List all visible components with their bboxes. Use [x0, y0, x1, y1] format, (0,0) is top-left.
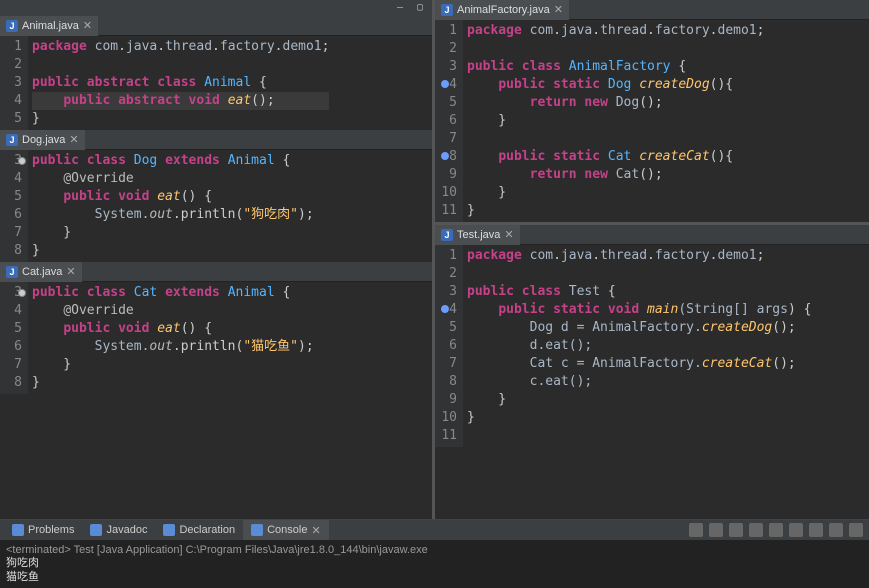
editor-tab-label: Animal.java	[22, 20, 79, 32]
console-output-line: 狗吃肉	[6, 556, 863, 570]
pin-console-icon[interactable]	[689, 523, 703, 537]
breakpoint-icon[interactable]	[441, 80, 449, 88]
editor-cat: J Cat.java ✕ 345678public class Cat extends…	[0, 262, 432, 394]
display-console-icon[interactable]	[709, 523, 723, 537]
bottom-tab-label: Problems	[28, 524, 74, 536]
bottom-tab-console[interactable]: Console ✕	[243, 520, 329, 540]
bottom-tab-label: Javadoc	[106, 524, 147, 536]
editor-tab[interactable]: J AnimalFactory.java ✕	[435, 0, 569, 20]
gutter[interactable]: 345678	[0, 150, 28, 262]
java-file-icon: J	[6, 20, 18, 32]
minimize-button[interactable]: —	[394, 2, 406, 14]
editor-dog: J Dog.java ✕ 345678public class Dog extends…	[0, 130, 432, 262]
remove-launch-icon[interactable]	[729, 523, 743, 537]
maximize-panel-icon[interactable]	[849, 523, 863, 537]
problems-icon	[12, 524, 24, 536]
code-area[interactable]: public class Cat extends Animal { @Overr…	[28, 282, 318, 394]
bottom-panel: Problems Javadoc Declaration Console ✕ <term…	[0, 519, 869, 588]
editor-tab[interactable]: J Dog.java ✕	[0, 130, 85, 150]
code-area[interactable]: package com.java.thread.factory.demo1;pu…	[28, 36, 333, 130]
editor-tab-label: Test.java	[457, 229, 500, 241]
close-icon[interactable]: ✕	[311, 524, 320, 537]
declaration-icon	[163, 524, 175, 536]
console-toolbar	[689, 523, 869, 537]
close-icon[interactable]: ✕	[69, 133, 78, 146]
maximize-button[interactable]: ▢	[414, 2, 426, 14]
minimize-panel-icon[interactable]	[829, 523, 843, 537]
remove-all-icon[interactable]	[749, 523, 763, 537]
gutter[interactable]: 12345	[0, 36, 28, 130]
breakpoint-icon[interactable]	[441, 305, 449, 313]
bottom-tab-declaration[interactable]: Declaration	[155, 520, 243, 540]
gutter[interactable]: 345678	[0, 282, 28, 394]
close-icon[interactable]: ✕	[83, 19, 92, 32]
override-icon[interactable]	[18, 289, 26, 297]
code-area[interactable]: package com.java.thread.factory.demo1;pu…	[463, 20, 768, 222]
editor-animal: J Animal.java ✕ 12345package com.java.threa…	[0, 16, 432, 130]
console-icon	[251, 524, 263, 536]
editor-animalfactory: J AnimalFactory.java ✕ 1234567891011package…	[435, 0, 869, 222]
clear-console-icon[interactable]	[769, 523, 783, 537]
editor-test: J Test.java ✕ 1234567891011package com.java…	[435, 225, 869, 447]
gutter[interactable]: 1234567891011	[435, 245, 463, 447]
close-icon[interactable]: ✕	[504, 228, 513, 241]
editor-tab-label: Cat.java	[22, 266, 62, 278]
java-file-icon: J	[6, 134, 18, 146]
editor-tab[interactable]: J Animal.java ✕	[0, 16, 98, 36]
terminated-line: <terminated> Test [Java Application] C:\…	[6, 544, 863, 556]
scroll-lock-icon[interactable]	[789, 523, 803, 537]
editor-tab-label: AnimalFactory.java	[457, 4, 550, 16]
java-file-icon: J	[441, 4, 453, 16]
close-icon[interactable]: ✕	[66, 265, 75, 278]
bottom-tabs: Problems Javadoc Declaration Console ✕	[4, 520, 329, 540]
editor-tab[interactable]: J Cat.java ✕	[0, 262, 82, 282]
window-controls: — ▢	[0, 0, 432, 16]
bottom-tab-label: Declaration	[179, 524, 235, 536]
close-icon[interactable]: ✕	[554, 3, 563, 16]
code-area[interactable]: package com.java.thread.factory.demo1;pu…	[463, 245, 815, 447]
javadoc-icon	[90, 524, 102, 536]
code-area[interactable]: public class Dog extends Animal { @Overr…	[28, 150, 318, 262]
java-file-icon: J	[441, 229, 453, 241]
console-output-line: 猫吃鱼	[6, 570, 863, 584]
bottom-tab-label: Console	[267, 524, 307, 536]
gutter[interactable]: 1234567891011	[435, 20, 463, 222]
bottom-tab-javadoc[interactable]: Javadoc	[82, 520, 155, 540]
open-console-icon[interactable]	[809, 523, 823, 537]
editor-tab-label: Dog.java	[22, 134, 65, 146]
bottom-tab-problems[interactable]: Problems	[4, 520, 82, 540]
breakpoint-icon[interactable]	[441, 152, 449, 160]
editor-tab[interactable]: J Test.java ✕	[435, 225, 520, 245]
java-file-icon: J	[6, 266, 18, 278]
override-icon[interactable]	[18, 157, 26, 165]
